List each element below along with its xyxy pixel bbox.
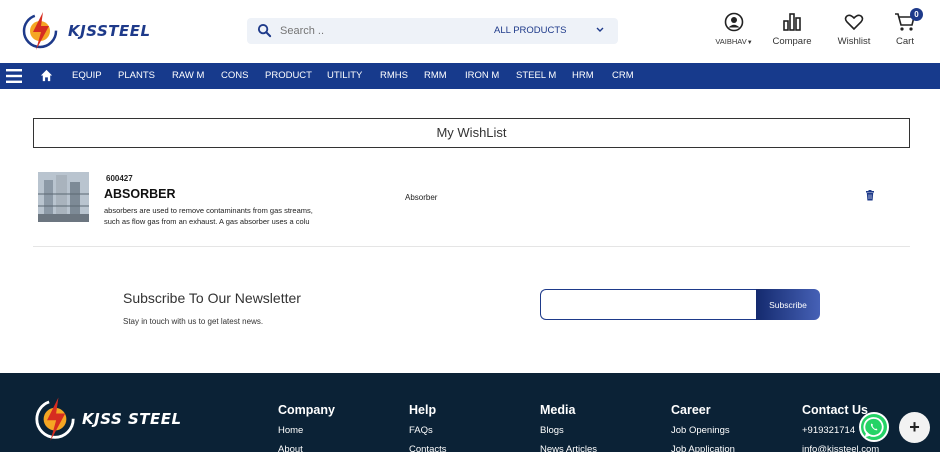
nav-item-rmhs[interactable]: RMHS xyxy=(380,70,408,81)
plus-icon: + xyxy=(909,417,920,437)
product-description-line: absorbers are used to remove contaminant… xyxy=(104,206,313,215)
wishlist-label: Wishlist xyxy=(837,36,871,47)
footer-column-title: Company xyxy=(278,403,335,417)
logo-text: KJSSTEEL xyxy=(68,22,151,40)
footer-logo[interactable]: KJSS STEEL xyxy=(30,393,190,443)
footer-link-email[interactable]: info@kjssteel.com xyxy=(802,444,879,452)
wishlist-button[interactable]: Wishlist xyxy=(834,12,874,47)
footer-column-title: Help xyxy=(409,403,437,417)
caret-down-icon: ▼ xyxy=(746,40,753,46)
newsletter-email-input[interactable] xyxy=(540,289,758,320)
footer-link-blogs[interactable]: Blogs xyxy=(540,425,597,436)
logo-emblem-icon xyxy=(22,12,58,50)
search-icon[interactable] xyxy=(257,23,272,38)
footer-link-about[interactable]: About xyxy=(278,444,335,452)
whatsapp-button[interactable] xyxy=(859,412,889,442)
footer-column-title: Career xyxy=(671,403,711,417)
cart-label: Cart xyxy=(896,36,914,47)
product-category: Absorber xyxy=(405,193,438,202)
newsletter-subtitle: Stay in touch with us to get latest news… xyxy=(123,317,264,326)
product-description-line: such as flow gas from an exhaust. A gas … xyxy=(104,216,310,226)
nav-item-equip[interactable]: EQUIP xyxy=(72,70,102,81)
product-description: absorbers are used to remove contaminant… xyxy=(104,206,344,227)
nav-item-rmm[interactable]: RMM xyxy=(424,70,447,81)
cart-count-badge: 0 xyxy=(910,8,923,21)
subscribe-button[interactable]: Subscribe xyxy=(756,289,820,320)
search-bar: ALL PRODUCTS xyxy=(247,18,618,44)
product-name[interactable]: ABSORBER xyxy=(104,187,176,201)
nav-item-plants[interactable]: PLANTS xyxy=(118,70,155,81)
user-icon xyxy=(724,12,744,32)
footer-link-home[interactable]: Home xyxy=(278,425,335,436)
whatsapp-icon xyxy=(863,417,884,438)
footer-column-help: Help FAQs Contacts xyxy=(409,403,447,452)
footer-link-news-articles[interactable]: News Articles xyxy=(540,444,597,452)
footer-column-title: Media xyxy=(540,403,576,417)
footer-link-job-application[interactable]: Job Application xyxy=(671,444,735,452)
nav-item-crm[interactable]: CRM xyxy=(612,70,634,81)
product-code: 600427 xyxy=(106,174,133,183)
user-name-text: VAIBHAV xyxy=(715,37,747,46)
search-input[interactable] xyxy=(280,22,440,40)
product-image[interactable] xyxy=(38,172,89,222)
footer-logo-emblem-icon xyxy=(35,397,75,441)
heart-icon xyxy=(844,14,864,31)
nav-item-cons[interactable]: CONS xyxy=(221,70,248,81)
nav-item-product[interactable]: PRODUCT xyxy=(265,70,312,81)
user-name: VAIBHAV▼ xyxy=(714,37,754,46)
nav-item-raw-m[interactable]: RAW M xyxy=(172,70,204,81)
nav-item-hrm[interactable]: HRM xyxy=(572,70,594,81)
footer-logo-text: KJSS STEEL xyxy=(82,410,182,428)
wishlist-title: My WishList xyxy=(33,118,910,148)
nav-item-iron-m[interactable]: IRON M xyxy=(465,70,499,81)
trash-icon[interactable] xyxy=(865,190,875,201)
footer-column-career: Career Job Openings Job Application xyxy=(671,403,735,452)
chevron-down-icon[interactable] xyxy=(595,24,605,36)
site-footer: KJSS STEEL Company Home About Help FAQs … xyxy=(0,373,940,452)
absorber-image-icon xyxy=(38,172,89,222)
kjssteel-logo[interactable]: KJSSTEEL xyxy=(18,8,150,50)
category-select[interactable]: ALL PRODUCTS xyxy=(494,25,567,36)
footer-link-faqs[interactable]: FAQs xyxy=(409,425,447,436)
nav-item-steel-m[interactable]: STEEL M xyxy=(516,70,556,81)
compare-button[interactable]: Compare xyxy=(770,12,814,47)
site-header: KJSSTEEL ALL PRODUCTS VAIBHAV▼ Compare xyxy=(0,0,940,62)
footer-column-company: Company Home About xyxy=(278,403,335,452)
cart-button[interactable]: 0 Cart xyxy=(890,8,923,47)
hamburger-icon[interactable] xyxy=(6,68,22,84)
user-account-button[interactable]: VAIBHAV▼ xyxy=(714,12,754,46)
footer-column-media: Media Blogs News Articles xyxy=(540,403,597,452)
nav-item-utility[interactable]: UTILITY xyxy=(327,70,362,81)
footer-link-job-openings[interactable]: Job Openings xyxy=(671,425,735,436)
home-icon[interactable] xyxy=(40,69,53,82)
compare-icon xyxy=(783,13,801,31)
newsletter-title: Subscribe To Our Newsletter xyxy=(123,290,301,306)
main-nav: EQUIP PLANTS RAW M CONS PRODUCT UTILITY … xyxy=(0,63,940,89)
footer-link-contacts[interactable]: Contacts xyxy=(409,444,447,452)
plus-button[interactable]: + xyxy=(899,412,930,443)
divider xyxy=(33,246,910,247)
compare-label: Compare xyxy=(772,36,812,47)
